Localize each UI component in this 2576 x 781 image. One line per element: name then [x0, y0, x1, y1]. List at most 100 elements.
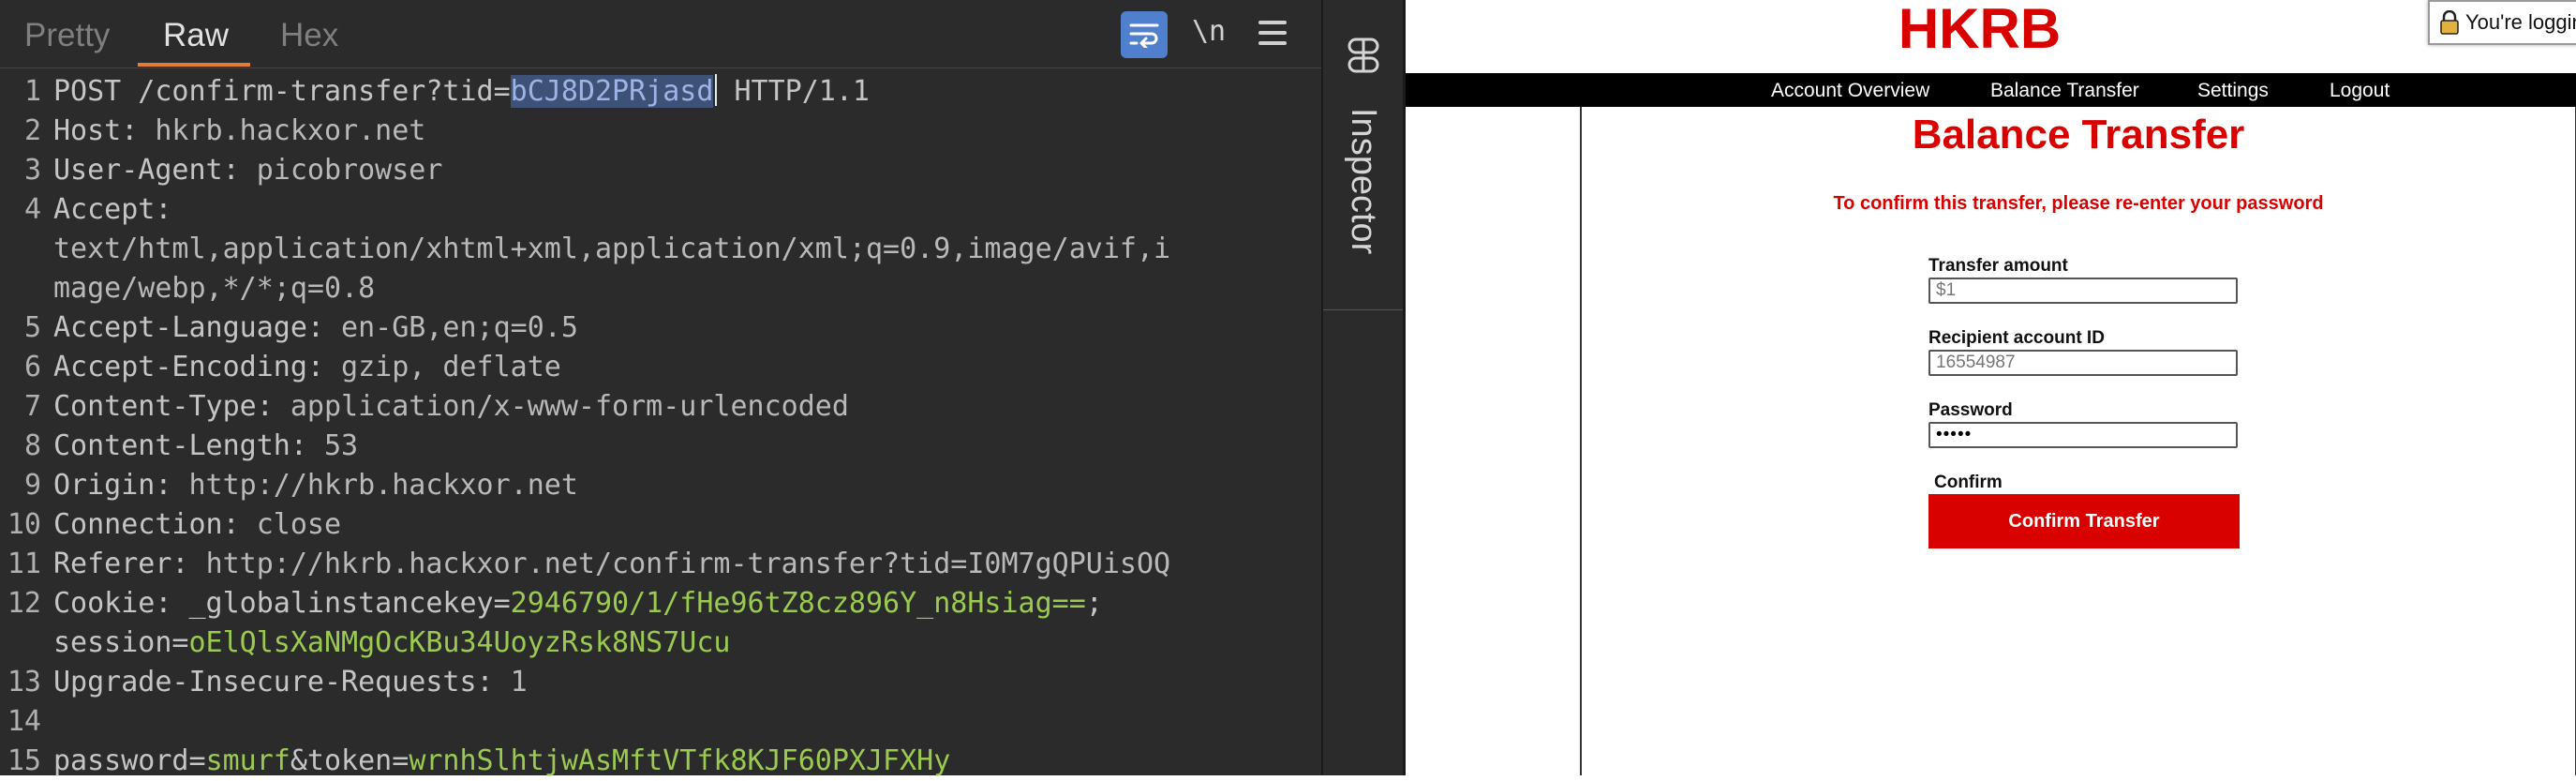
header-value: gzip, deflate: [341, 351, 561, 383]
request-line[interactable]: POST /confirm-transfer?tid=bCJ8D2PRjasd …: [53, 72, 870, 112]
line-number: 12: [7, 587, 41, 620]
header-key: Content-Type:: [53, 390, 290, 423]
recipient-account-label: Recipient account ID: [1928, 328, 2105, 348]
header-line[interactable]: Host: hkrb.hackxor.net: [53, 112, 425, 151]
password-label: Password: [1928, 400, 2013, 420]
transfer-amount-label: Transfer amount: [1928, 256, 2068, 276]
header-value-wrapped: mage/webp,*/*;q=0.8: [53, 272, 376, 305]
line-number: 13: [7, 666, 41, 698]
line-number: 1: [23, 75, 41, 108]
param-value-token: wrnhSlhtjwAsMftVTfk8KJF60PXJFXHy: [409, 744, 951, 777]
cookie-key: Cookie: _globalinstancekey=: [53, 587, 511, 620]
header-line[interactable]: Content-Type: application/x-www-form-url…: [53, 387, 849, 427]
header-value: application/x-www-form-urlencoded: [290, 390, 849, 423]
header-line[interactable]: Connection: close: [53, 505, 341, 545]
request-body[interactable]: 1 POST /confirm-transfer?tid=bCJ8D2PRjas…: [0, 72, 1321, 777]
editor-tabbar: Pretty Raw Hex \n: [0, 0, 1321, 68]
header-line[interactable]: Accept-Encoding: gzip, deflate: [53, 348, 561, 387]
header-key: Referer:: [53, 548, 206, 580]
cookie-key: session=: [53, 626, 189, 659]
header-key: Host:: [53, 114, 156, 147]
nav-settings[interactable]: Settings: [2197, 73, 2269, 109]
login-status-badge: You're loggin: [2428, 0, 2576, 45]
line-number: 8: [23, 429, 41, 462]
nav-logout[interactable]: Logout: [2330, 73, 2390, 109]
header-value-wrapped: text/html,application/xhtml+xml,applicat…: [53, 233, 1171, 265]
cookie-value: 2946790/1/fHe96tZ8cz896Y_n8Hsiag==: [510, 587, 1086, 620]
selected-tid-value[interactable]: bCJ8D2PRjasd: [510, 75, 714, 108]
nav-account-overview[interactable]: Account Overview: [1771, 73, 1929, 109]
cookie-separator: ;: [1085, 587, 1103, 620]
header-line[interactable]: Accept-Language: en-GB,en;q=0.5: [53, 308, 578, 348]
line-number: 2: [23, 114, 41, 147]
inspector-label: Inspector: [1344, 108, 1383, 255]
header-value: close: [256, 508, 342, 541]
line-number: 6: [23, 351, 41, 383]
header-line[interactable]: Accept:: [53, 190, 171, 230]
header-value: 1: [510, 666, 528, 698]
password-field[interactable]: [1928, 422, 2238, 448]
wrap-lines-button[interactable]: [1121, 11, 1168, 58]
header-value: 53: [323, 429, 359, 462]
nav-balance-transfer[interactable]: Balance Transfer: [1990, 73, 2139, 109]
header-value: picobrowser: [256, 154, 443, 187]
recipient-account-field[interactable]: [1928, 350, 2238, 376]
cookie-line[interactable]: Cookie: _globalinstancekey=2946790/1/fHe…: [53, 584, 1103, 623]
site-logo: HKRB: [1406, 0, 2576, 64]
header-key: Connection:: [53, 508, 257, 541]
line-number: 14: [7, 705, 41, 738]
logo-text: HKRB: [1898, 0, 2062, 60]
inspector-tab[interactable]: Inspector: [1323, 0, 1405, 310]
header-value: http://hkrb.hackxor.net: [188, 469, 578, 502]
login-status-text: You're loggin: [2465, 10, 2576, 34]
inspector-panel[interactable]: Inspector: [1321, 0, 1405, 775]
nav-bar: Account Overview Balance Transfer Settin…: [1406, 73, 2576, 107]
lock-icon: [2439, 9, 2460, 39]
cookie-line-wrapped[interactable]: session=oElQlsXaNMgOcKBu34UoyzRsk8NS7Ucu: [53, 623, 730, 663]
header-value: hkrb.hackxor.net: [155, 114, 426, 147]
tab-hex[interactable]: Hex: [280, 17, 338, 54]
session-cookie-value: oElQlsXaNMgOcKBu34UoyzRsk8NS7Ucu: [188, 626, 731, 659]
confirm-message: To confirm this transfer, please re-ente…: [1833, 193, 2324, 214]
inspector-icon: [1344, 36, 1383, 80]
header-line[interactable]: Origin: http://hkrb.hackxor.net: [53, 466, 578, 505]
line-number: 9: [23, 469, 41, 502]
confirm-transfer-button[interactable]: Confirm Transfer: [1928, 494, 2240, 548]
header-line[interactable]: Content-Length: 53: [53, 427, 358, 466]
confirm-label: Confirm: [1934, 473, 2003, 492]
header-key: Origin:: [53, 469, 189, 502]
param-key-token: &token=: [290, 744, 409, 777]
header-value: http://hkrb.hackxor.net/confirm-transfer…: [205, 548, 1171, 580]
line-number: 4: [23, 193, 41, 226]
header-key: Upgrade-Insecure-Requests:: [53, 666, 511, 698]
show-newlines-toggle[interactable]: \n: [1192, 13, 1226, 51]
line-number: 5: [23, 311, 41, 344]
header-key: Content-Length:: [53, 429, 324, 462]
line-number: 11: [7, 548, 41, 580]
content-panel: Balance Transfer To confirm this transfe…: [1580, 107, 2576, 775]
active-tab-indicator: [138, 63, 250, 67]
header-key: Accept:: [53, 193, 172, 226]
request-editor: Pretty Raw Hex \n 1 POST /confirm-transf…: [0, 0, 1321, 777]
header-line[interactable]: User-Agent: picobrowser: [53, 151, 442, 190]
param-value-password: smurf: [205, 744, 290, 777]
header-line[interactable]: Referer: http://hkrb.hackxor.net/confirm…: [53, 545, 1170, 584]
request-method-path: POST /confirm-transfer?tid=: [53, 75, 511, 108]
header-key: User-Agent:: [53, 154, 257, 187]
line-number: 10: [7, 508, 41, 541]
wrap-lines-icon: [1129, 23, 1159, 48]
header-key: Accept-Language:: [53, 311, 342, 344]
tab-pretty[interactable]: Pretty: [24, 17, 110, 54]
header-value: en-GB,en;q=0.5: [341, 311, 578, 344]
line-number: 3: [23, 154, 41, 187]
transfer-amount-field[interactable]: [1928, 278, 2238, 304]
http-version: HTTP/1.1: [717, 75, 870, 108]
tab-raw[interactable]: Raw: [163, 17, 229, 54]
browser-page: HKRB You're loggin Account Overview Bala…: [1406, 0, 2576, 775]
hamburger-menu-icon[interactable]: [1258, 19, 1287, 47]
header-line[interactable]: Upgrade-Insecure-Requests: 1: [53, 663, 528, 702]
line-number: 7: [23, 390, 41, 423]
page-title: Balance Transfer: [1912, 112, 2245, 158]
param-key-password: password=: [53, 744, 206, 777]
header-key: Accept-Encoding:: [53, 351, 342, 383]
